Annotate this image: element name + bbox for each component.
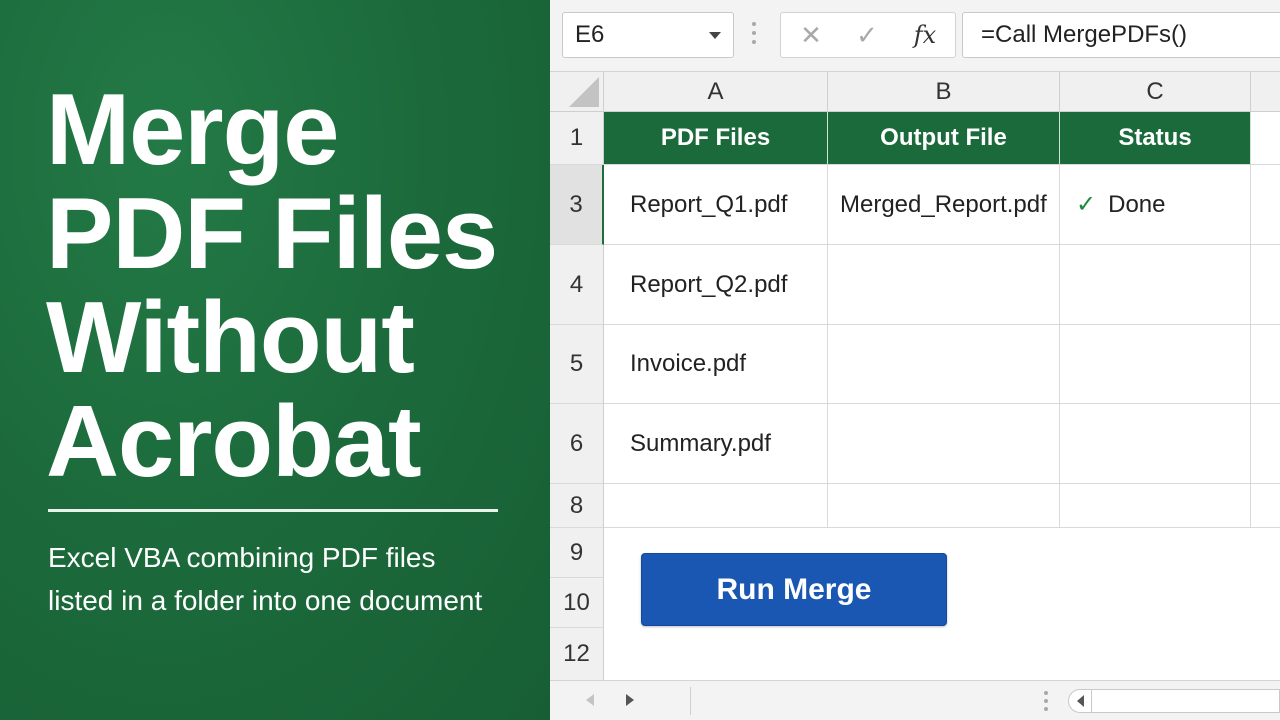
banner-title-line: Acrobat: [46, 386, 422, 498]
header-cell-pdf-files[interactable]: PDF Files: [604, 112, 828, 165]
cell[interactable]: [1251, 165, 1280, 245]
row-header[interactable]: 4: [550, 245, 604, 325]
cell-output-file[interactable]: [828, 325, 1060, 404]
banner-subtitle: Excel VBA combining PDF files listed in …: [48, 536, 518, 622]
banner-title-line: PDF Files: [46, 178, 498, 290]
cell-file-name[interactable]: Report_Q1.pdf: [604, 165, 828, 245]
divider: [690, 687, 691, 715]
select-all-corner[interactable]: [550, 72, 604, 112]
chevron-left-icon[interactable]: [586, 694, 594, 706]
cell[interactable]: [1060, 484, 1251, 528]
formula-buttons: ✕ ✓ fx: [780, 12, 956, 58]
status-text: Done: [1108, 190, 1166, 218]
banner-title-line: Without: [46, 282, 415, 394]
banner-divider: [48, 509, 498, 512]
header-cell-output-file[interactable]: Output File: [828, 112, 1060, 165]
column-header-a[interactable]: A: [604, 72, 828, 112]
scrollbar-divider: [1091, 690, 1092, 712]
banner-subtitle-line: listed in a folder into one document: [48, 585, 483, 616]
run-merge-button[interactable]: Run Merge: [641, 553, 947, 626]
title-banner: Merge PDF Files Without Acrobat Excel VB…: [0, 0, 550, 720]
cell-status[interactable]: ✓ Done: [1060, 165, 1251, 245]
banner-title-line: Merge: [46, 74, 339, 186]
cell[interactable]: [1251, 404, 1280, 484]
spreadsheet-grid: A B C 1 PDF Files Output File Status 3 R…: [550, 72, 1280, 680]
cell[interactable]: [604, 484, 828, 528]
row-header[interactable]: 8: [550, 484, 604, 528]
chevron-down-icon[interactable]: [709, 32, 721, 39]
name-box[interactable]: E6: [562, 12, 734, 58]
cell-output-file[interactable]: Merged_Report.pdf: [828, 165, 1060, 245]
column-header-c[interactable]: C: [1060, 72, 1251, 112]
cell-file-name[interactable]: Invoice.pdf: [604, 325, 828, 404]
row-header[interactable]: 1: [550, 112, 604, 165]
cell-file-name[interactable]: Report_Q2.pdf: [604, 245, 828, 325]
cell[interactable]: [1251, 245, 1280, 325]
row-header[interactable]: 5: [550, 325, 604, 404]
column-header-b[interactable]: B: [828, 72, 1060, 112]
sheet-navigation-bar: [550, 680, 1280, 720]
cell[interactable]: [828, 484, 1060, 528]
cell-status[interactable]: [1060, 325, 1251, 404]
row-header[interactable]: 3: [550, 165, 604, 245]
column-header-d[interactable]: [1251, 72, 1280, 112]
banner-subtitle-line: Excel VBA combining PDF files: [48, 542, 436, 573]
cell-output-file[interactable]: [828, 245, 1060, 325]
cell[interactable]: [1251, 325, 1280, 404]
banner-title: Merge PDF Files Without Acrobat: [46, 78, 536, 494]
close-icon[interactable]: ✕: [789, 13, 833, 57]
row-header[interactable]: 12: [550, 628, 604, 680]
row-header[interactable]: 6: [550, 404, 604, 484]
cell[interactable]: [1251, 484, 1280, 528]
cell-output-file[interactable]: [828, 404, 1060, 484]
row-header[interactable]: 10: [550, 578, 604, 628]
function-icon[interactable]: fx: [903, 13, 947, 57]
check-icon: ✓: [1076, 191, 1097, 218]
horizontal-scrollbar[interactable]: [1068, 689, 1280, 713]
formula-bar: E6 ✕ ✓ fx =Call MergePDFs(): [550, 0, 1280, 72]
row-header[interactable]: 9: [550, 528, 604, 578]
name-box-value: E6: [575, 21, 605, 48]
chevron-right-icon[interactable]: [626, 694, 634, 706]
chevron-left-icon[interactable]: [1077, 695, 1084, 707]
header-cell-status[interactable]: Status: [1060, 112, 1251, 165]
cell-status[interactable]: [1060, 245, 1251, 325]
grip-dots-icon[interactable]: [1044, 691, 1048, 715]
formula-input[interactable]: =Call MergePDFs(): [962, 12, 1280, 58]
cell-status[interactable]: [1060, 404, 1251, 484]
grip-dots-icon[interactable]: [752, 22, 756, 48]
cell[interactable]: [1251, 112, 1280, 165]
cell-file-name[interactable]: Summary.pdf: [604, 404, 828, 484]
check-icon[interactable]: ✓: [845, 13, 889, 57]
excel-window: E6 ✕ ✓ fx =Call MergePDFs() A B C 1 PDF …: [550, 0, 1280, 720]
